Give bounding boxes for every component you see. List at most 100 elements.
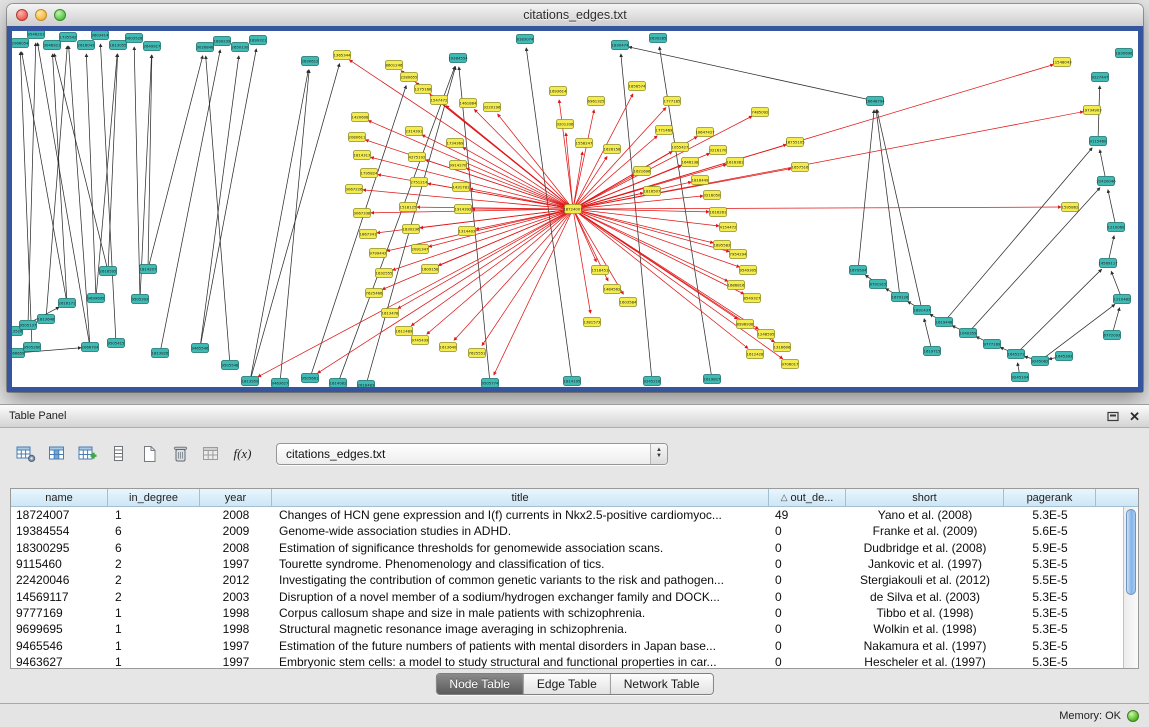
graph-node[interactable]: 2616171 [59, 299, 77, 308]
graph-node[interactable]: 14569117 [1098, 259, 1118, 268]
graph-node[interactable]: 2649917 [144, 42, 162, 51]
graph-node[interactable]: 1619448 [936, 318, 954, 327]
graph-node[interactable]: 1734369 [447, 139, 465, 148]
create-table-icon[interactable] [136, 441, 163, 466]
tab-network-table[interactable]: Network Table [610, 674, 713, 694]
graph-node[interactable]: 1616381 [727, 158, 745, 167]
graph-node[interactable]: 3046921 [44, 41, 62, 50]
graph-node[interactable]: 7625466 [366, 289, 384, 298]
graph-node[interactable]: 1646138 [682, 158, 700, 167]
graph-node[interactable]: 8791915 [870, 280, 888, 289]
graph-node[interactable]: 2630612 [302, 57, 320, 66]
column-header-short[interactable]: short [846, 489, 1004, 507]
graph-node[interactable]: 3220196 [484, 103, 502, 112]
graph-node[interactable]: 2314391 [406, 127, 424, 136]
graph-node[interactable]: 1813648 [38, 315, 56, 324]
graph-node[interactable]: 19384554 [448, 54, 468, 63]
graph-node[interactable]: 1626158 [604, 145, 622, 154]
graph-node[interactable]: 6772093 [1104, 331, 1122, 340]
graph-node[interactable]: 1518125 [400, 203, 418, 212]
graph-node[interactable]: 2280655 [401, 73, 419, 82]
graph-node[interactable]: 8549327 [744, 294, 762, 303]
graph-node[interactable]: 4154472 [720, 223, 738, 232]
graph-node[interactable]: 9546201 [28, 31, 46, 39]
graph-node[interactable]: 2616483 [358, 381, 376, 388]
memory-ok-indicator[interactable] [1127, 710, 1139, 722]
graph-node[interactable]: 2066054 [12, 39, 29, 48]
graph-node[interactable]: 1248595 [758, 330, 776, 339]
graph-hub-node[interactable]: 18724007 [563, 205, 583, 214]
function-builder-icon[interactable]: f(x) [229, 441, 256, 466]
graph-node[interactable]: 1275168 [415, 85, 433, 94]
graph-node[interactable]: 1612428 [747, 350, 765, 359]
graph-node[interactable]: 9463627 [272, 379, 290, 388]
column-header-in-degree[interactable]: in_degree [108, 489, 200, 507]
graph-node[interactable]: 1771469 [656, 126, 674, 135]
graph-node[interactable]: 1830696 [1116, 49, 1134, 58]
table-row[interactable]: 969969511998Structural magnetic resonanc… [11, 621, 1123, 637]
graph-node[interactable]: 9227447 [1092, 73, 1110, 82]
table-mode-icon[interactable] [12, 441, 39, 466]
vertical-scrollbar[interactable] [1123, 507, 1138, 668]
graph-node[interactable]: 4275102 [409, 153, 427, 162]
column-header-name[interactable]: name [11, 489, 108, 507]
graph-node[interactable]: 1657516 [792, 163, 810, 172]
graph-node[interactable]: 9505393 [132, 295, 150, 304]
graph-node[interactable]: 9914270 [450, 161, 468, 170]
graph-node[interactable]: 1814195 [564, 377, 582, 386]
graph-node[interactable]: 2616043 [78, 41, 96, 50]
graph-node[interactable]: 1645271 [1008, 350, 1026, 359]
minimize-window-button[interactable] [35, 9, 47, 21]
delete-table-icon[interactable] [167, 441, 194, 466]
table-row[interactable]: 911546021997Tourette syndrome. Phenomeno… [11, 556, 1123, 572]
table-row[interactable]: 1830029562008Estimation of significance … [11, 540, 1123, 556]
tab-edge-table[interactable]: Edge Table [523, 674, 610, 694]
graph-node[interactable]: 1830474 [612, 41, 630, 50]
graph-node[interactable]: 1613478 [382, 309, 400, 318]
graph-node[interactable]: 1814082 [330, 379, 348, 388]
graph-node[interactable]: 1814313 [354, 151, 372, 160]
graph-node[interactable]: 1891437 [914, 306, 932, 315]
graph-node[interactable]: 1595862 [1062, 203, 1080, 212]
graph-node[interactable]: 9245104 [1012, 373, 1030, 382]
graph-node[interactable]: 1830236 [403, 225, 421, 234]
graph-node[interactable]: 1365344 [334, 51, 352, 60]
graph-node[interactable]: 2751214 [411, 178, 429, 187]
select-columns-icon[interactable] [43, 441, 70, 466]
zoom-window-button[interactable] [54, 9, 66, 21]
graph-node[interactable]: 1431781 [453, 183, 471, 192]
graph-node[interactable]: 22420046 [1096, 177, 1116, 186]
graph-node[interactable]: 1611489 [396, 327, 414, 336]
graph-node[interactable]: 9505260 [24, 343, 42, 352]
new-row-icon[interactable] [105, 441, 132, 466]
tab-node-table[interactable]: Node Table [436, 674, 523, 694]
graph-node[interactable]: 2066659 [12, 349, 25, 358]
graph-node[interactable]: 9603526 [126, 34, 144, 43]
network-window-titlebar[interactable]: citations_edges.txt [7, 4, 1143, 27]
graph-node[interactable]: 1632555 [376, 269, 394, 278]
column-header-out-de[interactable]: △out_de... [769, 489, 846, 507]
table-row[interactable]: 946362711997Embryonic stem cells: a mode… [11, 654, 1123, 668]
graph-node[interactable]: 9245216 [644, 377, 662, 386]
graph-node[interactable]: 1314403 [459, 227, 477, 236]
graph-node[interactable]: 7625551 [469, 349, 487, 358]
graph-node[interactable]: 3216050 [704, 191, 722, 200]
graph-node[interactable]: 1420608 [352, 113, 370, 122]
graph-node[interactable]: 1616261 [710, 208, 728, 217]
graph-node[interactable]: 1813826 [152, 349, 170, 358]
new-column-icon[interactable] [74, 441, 101, 466]
graph-node[interactable]: 9505661 [302, 374, 320, 383]
graph-node[interactable]: 1619715 [924, 347, 942, 356]
column-header-pagerank[interactable]: pagerank [1004, 489, 1096, 507]
close-window-button[interactable] [16, 9, 28, 21]
graph-node[interactable]: 1619827 [704, 375, 722, 384]
graph-node[interactable]: 1735542 [60, 33, 78, 42]
table-row[interactable]: 2242004622012Investigating the contribut… [11, 572, 1123, 588]
graph-node[interactable]: 18755105 [785, 138, 805, 147]
close-panel-icon[interactable]: ✕ [1129, 410, 1140, 423]
graph-node[interactable]: 1679126 [892, 293, 910, 302]
table-row[interactable]: 1938455462009Genome-wide association stu… [11, 523, 1123, 539]
graph-node[interactable]: 9777169 [984, 340, 1002, 349]
graph-node[interactable]: 7485092 [752, 108, 770, 117]
graph-node[interactable]: 1914392 [455, 205, 473, 214]
